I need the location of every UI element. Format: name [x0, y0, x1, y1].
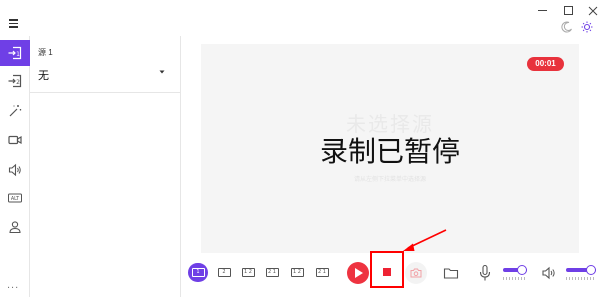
speaker-level-meter [566, 277, 596, 280]
recording-paused-status: 录制已暂停 [319, 135, 460, 168]
light-mode-button[interactable] [581, 20, 593, 33]
microphone-icon [479, 264, 491, 281]
nav-source-2[interactable]: 2 [0, 68, 30, 94]
left-nav: 1 2 ALT [0, 36, 30, 297]
layout-pip-2-button[interactable]: 2 1 [262, 263, 282, 282]
dark-mode-button[interactable] [561, 20, 573, 33]
screenshot-button[interactable] [405, 262, 427, 284]
nav-account[interactable] [0, 214, 30, 240]
source-selector[interactable]: 源 1 无 [30, 36, 181, 93]
speaker-volume-slider[interactable] [566, 264, 596, 280]
layout-split-2-icon: 2 1 [315, 268, 329, 277]
close-button[interactable] [587, 4, 599, 16]
resume-button[interactable] [347, 262, 369, 284]
annotation-arrow [403, 229, 447, 251]
magic-wand-icon [9, 105, 22, 117]
svg-text:2: 2 [16, 79, 20, 86]
svg-text:ALT: ALT [11, 196, 19, 202]
nav-camera[interactable] [0, 127, 30, 153]
minimize-button[interactable] [537, 4, 549, 16]
chevron-down-icon[interactable] [158, 68, 166, 76]
alt-icon: ALT [8, 193, 22, 203]
layout-2-icon: 2 [217, 268, 231, 277]
nav-effects[interactable] [0, 98, 30, 124]
microphone-volume-knob[interactable] [517, 265, 527, 275]
microphone-button[interactable] [476, 263, 494, 283]
nav-source-1[interactable]: 1 [0, 40, 30, 66]
layout-pip-1-button[interactable]: 1 2 [238, 263, 258, 282]
menu-icon[interactable] [9, 18, 21, 28]
microphone-level-meter [503, 277, 527, 280]
title-bar [0, 0, 600, 36]
speaker-button[interactable] [541, 264, 557, 282]
layout-2-button[interactable]: 2 [214, 263, 234, 282]
camera-icon [8, 135, 22, 145]
open-folder-button[interactable] [442, 264, 460, 282]
speaker-volume-icon [542, 266, 555, 280]
more-button[interactable]: ... [7, 279, 19, 291]
stop-button[interactable] [370, 251, 404, 288]
speaker-volume-knob[interactable] [586, 265, 596, 275]
source-panel: 源 1 无 [30, 36, 181, 297]
microphone-volume-slider[interactable] [503, 264, 527, 280]
nav-alt[interactable]: ALT [0, 185, 30, 211]
recording-timer: 00:01 [527, 57, 564, 71]
layout-1-button[interactable]: 1 [188, 263, 208, 282]
layout-1-icon: 1 [191, 268, 205, 277]
source-dropdown-value[interactable]: 无 [38, 67, 49, 83]
layout-pip-1-icon: 1 2 [241, 268, 255, 277]
nav-audio[interactable] [0, 157, 30, 183]
person-icon [9, 221, 21, 234]
layout-split-1-icon: 1 2 [290, 268, 304, 277]
layout-split-2-button[interactable]: 2 1 [312, 263, 332, 282]
no-source-hint: 请从左侧下拉菜单中选择源 [353, 177, 426, 183]
sun-icon [581, 21, 593, 33]
layout-split-1-button[interactable]: 1 2 [287, 263, 307, 282]
svg-text:1: 1 [16, 51, 20, 58]
source-1-icon: 1 [8, 46, 22, 60]
folder-icon [443, 268, 459, 279]
maximize-button[interactable] [563, 4, 575, 16]
source-2-icon: 2 [8, 74, 22, 88]
layout-pip-2-icon: 2 1 [265, 268, 279, 277]
moon-icon [561, 21, 572, 33]
source-title: 源 1 [38, 48, 53, 57]
preview-canvas: 00:01 未选择源 录制已暂停 请从左侧下拉菜单中选择源 [201, 44, 579, 253]
close-icon [588, 6, 598, 16]
camera-snapshot-icon [410, 268, 422, 278]
speaker-icon [8, 163, 21, 177]
